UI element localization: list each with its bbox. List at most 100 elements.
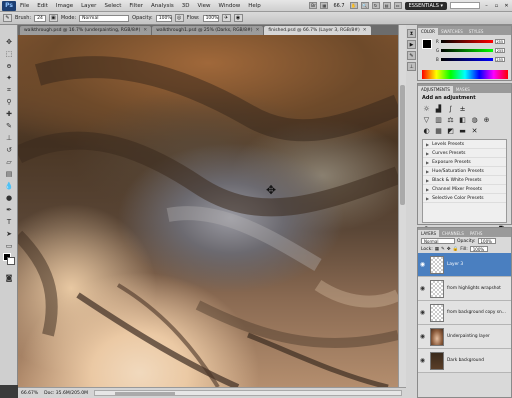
gradient-tool-icon[interactable]: ▤ xyxy=(3,169,15,179)
posterize-icon[interactable]: ▦ xyxy=(434,126,443,135)
flow-input[interactable]: 100% xyxy=(202,14,219,22)
list-item[interactable]: ▶ Black & White Presets xyxy=(423,176,506,185)
expand-triangle-icon[interactable]: ▶ xyxy=(426,151,429,156)
actions-panel-icon[interactable]: ▶ xyxy=(407,40,416,49)
clone-source-panel-icon[interactable]: ⊥ xyxy=(407,62,416,71)
workspace-switcher[interactable]: ESSENTIALS ▾ xyxy=(404,1,447,10)
eyedropper-tool-icon[interactable]: ⚲ xyxy=(3,97,15,107)
layer-row[interactable]: ◉ from highlights wrapshot xyxy=(418,277,511,301)
document-size[interactable]: Doc: 35.6M/205.0M xyxy=(44,391,88,396)
selective-color-icon[interactable]: ✕ xyxy=(470,126,479,135)
menu-view[interactable]: View xyxy=(193,3,214,9)
document-canvas[interactable]: ✥ xyxy=(18,35,398,387)
green-slider[interactable]: G 255 xyxy=(436,48,506,53)
green-value-input[interactable]: 255 xyxy=(495,48,506,53)
eye-icon[interactable]: ◉ xyxy=(418,261,427,268)
mode-select[interactable]: Normal xyxy=(79,14,130,22)
arrange-documents-icon[interactable]: ▤ xyxy=(382,2,391,9)
channel-mixer-icon[interactable]: ⊕ xyxy=(482,115,491,124)
red-value-input[interactable]: 255 xyxy=(494,39,505,44)
tab-close-icon[interactable]: ✕ xyxy=(363,28,367,33)
lasso-tool-icon[interactable]: ɵ xyxy=(3,61,15,71)
tab-styles[interactable]: STYLES xyxy=(466,28,487,35)
menu-image[interactable]: Image xyxy=(52,3,77,9)
tab-swatches[interactable]: SWATCHES xyxy=(438,28,466,35)
blend-mode-select[interactable]: Normal xyxy=(421,238,455,244)
list-item[interactable]: ▶ Curves Presets xyxy=(423,149,506,158)
slider-track[interactable] xyxy=(441,49,494,52)
background-color-swatch[interactable] xyxy=(7,257,15,265)
expand-triangle-icon[interactable]: ▶ xyxy=(426,169,429,174)
tab-paths[interactable]: PATHS xyxy=(467,230,486,237)
tab-close-icon[interactable]: ✕ xyxy=(256,28,260,33)
expand-triangle-icon[interactable]: ▶ xyxy=(426,160,429,165)
hand-tool-icon[interactable]: ✋ xyxy=(349,2,358,9)
opacity-input[interactable]: 100% xyxy=(155,14,172,22)
zoom-level[interactable]: 66.67% xyxy=(21,391,38,396)
expand-triangle-icon[interactable]: ▶ xyxy=(426,142,429,147)
menu-select[interactable]: Select xyxy=(100,3,125,9)
quick-mask-icon[interactable]: ◙ xyxy=(3,273,15,283)
tab-masks[interactable]: MASKS xyxy=(453,86,473,93)
list-item[interactable]: ▶ Levels Presets xyxy=(423,140,506,149)
photo-filter-icon[interactable]: ◍ xyxy=(470,115,479,124)
scroll-thumb[interactable] xyxy=(400,85,405,205)
airbrush-icon[interactable]: ✈ xyxy=(221,14,231,22)
minimize-icon[interactable]: – xyxy=(483,2,490,9)
slider-track[interactable] xyxy=(440,58,493,61)
list-item[interactable]: ▶ Channel Mixer Presets xyxy=(423,185,506,194)
vibrance-icon[interactable]: ▽ xyxy=(422,115,431,124)
black-white-icon[interactable]: ◧ xyxy=(458,115,467,124)
marquee-tool-icon[interactable]: ⬚ xyxy=(3,49,15,59)
brush-panel-icon[interactable]: ▣ xyxy=(48,14,58,22)
menu-help[interactable]: Help xyxy=(244,3,265,9)
menu-analysis[interactable]: Analysis xyxy=(147,3,178,9)
clone-stamp-tool-icon[interactable]: ⊥ xyxy=(3,133,15,143)
fill-input[interactable]: 100% xyxy=(469,246,488,252)
horizontal-scrollbar[interactable] xyxy=(94,390,402,396)
blue-slider[interactable]: B 255 xyxy=(436,57,505,62)
scroll-thumb[interactable] xyxy=(115,392,175,395)
menu-window[interactable]: Window xyxy=(215,3,245,9)
invert-icon[interactable]: ◐ xyxy=(422,126,431,135)
blue-value-input[interactable]: 255 xyxy=(494,57,505,62)
crop-tool-icon[interactable]: ⌗ xyxy=(3,85,15,95)
type-tool-icon[interactable]: T xyxy=(3,217,15,227)
eye-icon[interactable]: ◉ xyxy=(418,285,427,292)
menu-3d[interactable]: 3D xyxy=(178,3,194,9)
menu-layer[interactable]: Layer xyxy=(77,3,100,9)
history-panel-icon[interactable]: ⧗ xyxy=(407,29,416,38)
shape-tool-icon[interactable]: ▭ xyxy=(3,241,15,251)
exposure-icon[interactable]: ± xyxy=(458,104,467,113)
move-tool-icon[interactable]: ✥ xyxy=(3,37,15,47)
curves-icon[interactable]: ∫ xyxy=(446,104,455,113)
list-item[interactable]: ▶ Exposure Presets xyxy=(423,158,506,167)
help-search-input[interactable] xyxy=(450,2,480,9)
eye-icon[interactable]: ◉ xyxy=(418,357,427,364)
pressure-opacity-icon[interactable]: ◎ xyxy=(174,14,184,22)
eye-icon[interactable]: ◉ xyxy=(418,309,427,316)
list-item[interactable]: ▶ Selective Color Presets xyxy=(423,194,506,203)
tab-layers[interactable]: LAYERS xyxy=(418,230,440,237)
lock-image-icon[interactable]: ✎ xyxy=(441,247,445,252)
eye-icon[interactable]: ◉ xyxy=(418,333,427,340)
layer-row[interactable]: ◉ Underpainting layer xyxy=(418,325,511,349)
tab-walkthrough1[interactable]: walkthrough1.psd @ 25% (Darks, RGB/8#) ✕ xyxy=(152,26,264,35)
tab-close-icon[interactable]: ✕ xyxy=(143,28,147,33)
menu-edit[interactable]: Edit xyxy=(33,3,52,9)
maximize-icon[interactable]: ▫ xyxy=(493,2,500,9)
history-brush-tool-icon[interactable]: ↺ xyxy=(3,145,15,155)
red-slider[interactable]: R 255 xyxy=(436,39,505,44)
menu-filter[interactable]: Filter xyxy=(125,3,147,9)
lock-position-icon[interactable]: ✥ xyxy=(447,247,451,252)
layer-row[interactable]: ◉ Layer 3 xyxy=(418,253,511,277)
healing-brush-tool-icon[interactable]: ✚ xyxy=(3,109,15,119)
layer-opacity-input[interactable]: 100% xyxy=(477,238,496,244)
tab-channels[interactable]: CHANNELS xyxy=(439,230,467,237)
layer-row[interactable]: ◉ from background copy sn... xyxy=(418,301,511,325)
menu-file[interactable]: File xyxy=(16,3,33,9)
bridge-icon[interactable]: Br xyxy=(309,2,318,9)
slider-track[interactable] xyxy=(440,40,493,43)
lock-all-icon[interactable]: 🔒 xyxy=(453,247,459,252)
threshold-icon[interactable]: ◩ xyxy=(446,126,455,135)
